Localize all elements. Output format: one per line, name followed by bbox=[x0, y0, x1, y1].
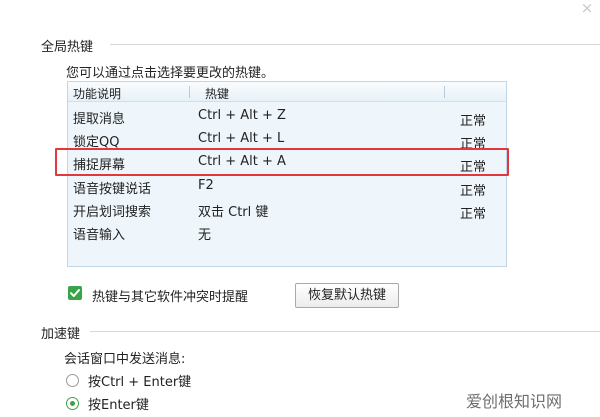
row-hotkey[interactable]: F2 bbox=[198, 178, 214, 193]
section-divider bbox=[90, 331, 600, 332]
column-separator bbox=[444, 86, 445, 98]
checkmark-icon bbox=[70, 289, 80, 297]
send-message-label: 会话窗口中发送消息: bbox=[64, 352, 186, 367]
hotkey-description: 您可以通过点击选择要更改的热键。 bbox=[66, 66, 275, 81]
conflict-reminder-checkbox[interactable] bbox=[68, 286, 82, 300]
row-hotkey[interactable]: 双击 Ctrl 键 bbox=[198, 201, 268, 220]
column-separator bbox=[189, 86, 190, 98]
radio-enter-label[interactable]: 按Enter键 bbox=[88, 394, 149, 413]
radio-enter[interactable] bbox=[66, 397, 79, 410]
row-hotkey[interactable]: 无 bbox=[198, 224, 211, 243]
row-function: 提取消息 bbox=[73, 112, 126, 127]
table-row[interactable]: 提取消息 Ctrl + Alt + Z 正常 bbox=[68, 104, 506, 129]
column-header-hotkey[interactable]: 热键 bbox=[205, 85, 229, 102]
restore-default-hotkeys-button[interactable]: 恢复默认热键 bbox=[295, 283, 399, 308]
row-hotkey[interactable]: Ctrl + Alt + L bbox=[198, 131, 284, 146]
close-icon[interactable]: × bbox=[576, 0, 598, 18]
row-function: 开启划词搜索 bbox=[73, 205, 152, 220]
highlight-annotation bbox=[55, 148, 509, 176]
table-row[interactable]: 语音输入 无 bbox=[68, 220, 506, 244]
table-header: 功能说明 热键 bbox=[68, 82, 506, 102]
row-hotkey[interactable]: Ctrl + Alt + Z bbox=[198, 108, 286, 123]
conflict-reminder-label[interactable]: 热键与其它软件冲突时提醒 bbox=[92, 286, 248, 305]
row-function: 语音按键说话 bbox=[73, 182, 152, 197]
section-title-global-hotkeys: 全局热键 bbox=[41, 36, 100, 55]
radio-ctrl-enter-label[interactable]: 按Ctrl + Enter键 bbox=[88, 371, 191, 390]
column-header-function[interactable]: 功能说明 bbox=[73, 85, 121, 102]
table-row[interactable]: 语音按键说话 F2 正常 bbox=[68, 174, 506, 199]
table-row[interactable]: 开启划词搜索 双击 Ctrl 键 正常 bbox=[68, 197, 506, 222]
section-divider bbox=[110, 44, 600, 45]
row-function: 语音输入 bbox=[73, 228, 126, 243]
section-title-accelerator: 加速键 bbox=[41, 323, 87, 342]
radio-ctrl-enter[interactable] bbox=[66, 374, 79, 387]
watermark-text: 爱创根知识网 bbox=[466, 392, 563, 411]
